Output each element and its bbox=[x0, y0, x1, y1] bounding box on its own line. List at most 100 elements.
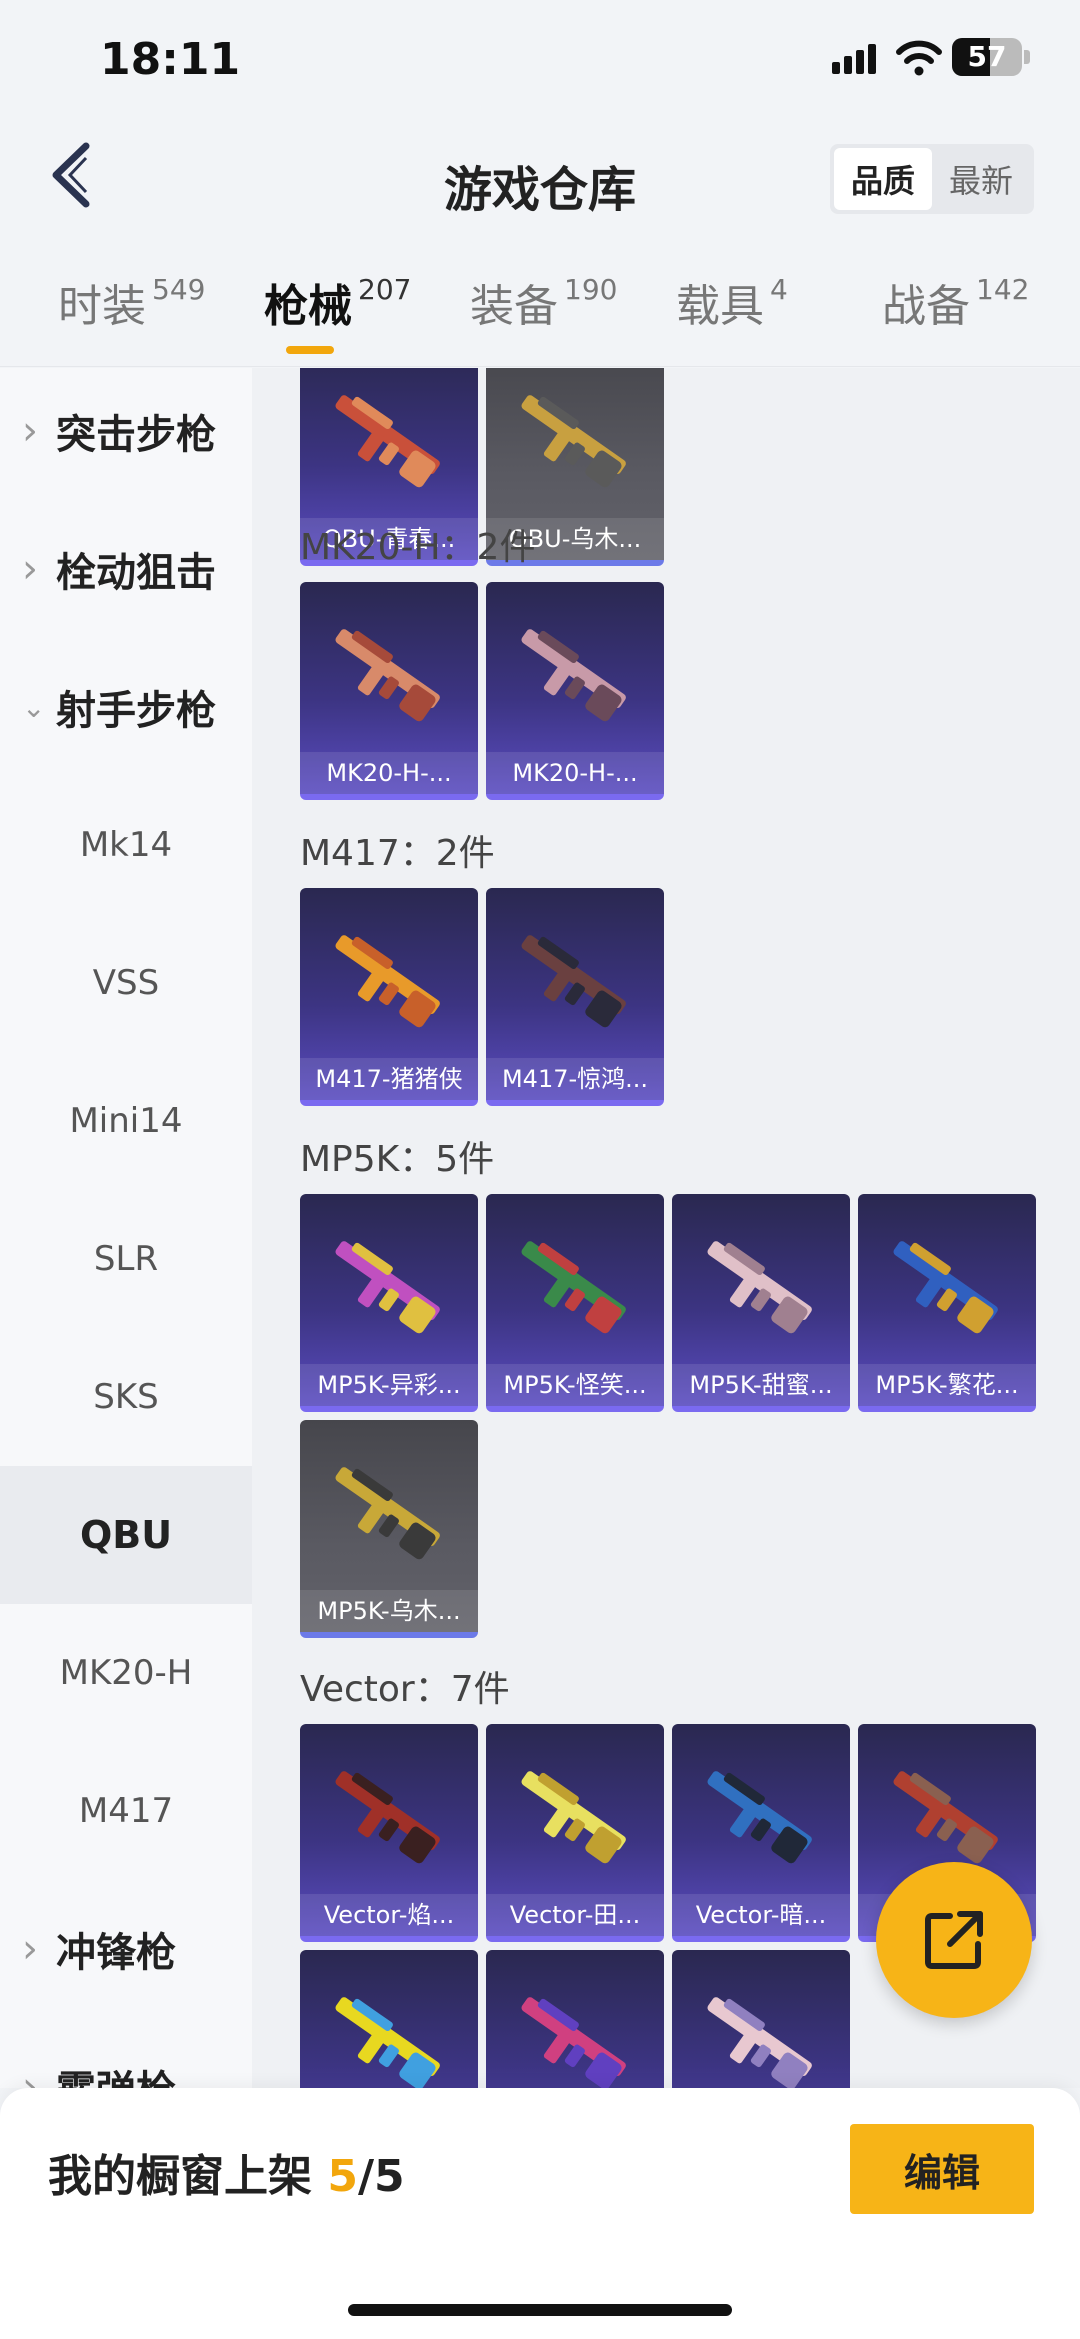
sidebar-item-label: SKS bbox=[93, 1377, 159, 1417]
weapon-icon bbox=[335, 1241, 440, 1334]
chevron-down-icon: ⌄ bbox=[22, 690, 46, 724]
weapon-icon bbox=[707, 1241, 812, 1334]
chevron-right-icon: › bbox=[22, 546, 38, 592]
weapon-skin-card[interactable]: Vector-焰... bbox=[300, 1724, 478, 1942]
home-indicator bbox=[348, 2304, 732, 2316]
sidebar-item-label: 突击步枪 bbox=[56, 412, 216, 458]
sidebar-item[interactable]: › 栓动狙击 bbox=[0, 500, 252, 638]
weapon-icon bbox=[893, 1771, 998, 1864]
weapon-skin-card[interactable]: Vector-田... bbox=[486, 1724, 664, 1942]
group-title: MP5K：5件 bbox=[300, 1139, 495, 1180]
weapon-skin-card[interactable] bbox=[300, 1950, 478, 2088]
sidebar-item-label: M417 bbox=[78, 1791, 174, 1831]
weapon-icon bbox=[893, 1241, 998, 1334]
weapon-icon bbox=[707, 1997, 812, 2088]
weapon-icon bbox=[335, 629, 440, 722]
sidebar-item-label: VSS bbox=[92, 963, 160, 1003]
battery-nub bbox=[1024, 50, 1030, 64]
sidebar-item[interactable]: Mk14 bbox=[0, 776, 252, 914]
tab-firearms[interactable]: 枪械 207 bbox=[264, 270, 411, 334]
weapon-skin-name: MP5K-异彩... bbox=[300, 1364, 478, 1406]
weapon-skin-card[interactable] bbox=[672, 1950, 850, 2088]
weapon-icon bbox=[521, 935, 626, 1028]
weapon-skin-card[interactable]: M417-惊鸿... bbox=[486, 888, 664, 1106]
weapon-skin-card[interactable]: MP5K-乌木... bbox=[300, 1420, 478, 1638]
sidebar-item[interactable]: SLR bbox=[0, 1190, 252, 1328]
share-button[interactable] bbox=[876, 1862, 1032, 2018]
sidebar-item-label: 冲锋枪 bbox=[56, 1930, 176, 1976]
sidebar-item-label: QBU bbox=[79, 1513, 173, 1557]
sidebar-item[interactable]: › 冲锋枪 bbox=[0, 1880, 252, 2018]
chevron-right-icon: › bbox=[22, 1926, 38, 1972]
weapon-skin-name: MK20-H-... bbox=[486, 752, 664, 794]
sidebar-item-label: Mini14 bbox=[69, 1101, 183, 1141]
group-title: Vector：7件 bbox=[300, 1669, 510, 1710]
sidebar-item[interactable]: QBU bbox=[0, 1466, 252, 1604]
group-title: M417：2件 bbox=[300, 833, 495, 874]
showcase-count: 5 bbox=[327, 2151, 358, 2202]
tab-equipment[interactable]: 装备 190 bbox=[470, 270, 617, 334]
weapon-icon bbox=[521, 1997, 626, 2088]
sort-newest-option[interactable]: 最新 bbox=[932, 148, 1030, 210]
weapon-skin-name: Vector-焰... bbox=[300, 1894, 478, 1936]
weapon-skin-name: Vector-暗... bbox=[672, 1894, 850, 1936]
wifi-icon bbox=[896, 40, 942, 76]
weapon-skin-card[interactable] bbox=[486, 1950, 664, 2088]
weapon-icon bbox=[521, 629, 626, 722]
tab-supplies[interactable]: 战备 142 bbox=[882, 270, 1029, 334]
weapon-skin-name: Vector-田... bbox=[486, 1894, 664, 1936]
showcase-status: 我的橱窗上架 5/5 bbox=[48, 2151, 405, 2202]
share-external-icon bbox=[925, 1911, 983, 1969]
weapon-icon bbox=[335, 1997, 440, 2088]
group-title: MK20-H：2件 bbox=[300, 527, 536, 568]
weapon-skin-card[interactable]: MP5K-繁花... bbox=[858, 1194, 1036, 1412]
sidebar-item[interactable]: ⌄ 射手步枪 bbox=[0, 638, 252, 776]
sort-toggle[interactable]: 品质 最新 bbox=[830, 144, 1034, 214]
showcase-total: /5 bbox=[357, 2151, 405, 2202]
weapon-icon bbox=[521, 395, 626, 488]
weapon-skin-card[interactable]: MP5K-异彩... bbox=[300, 1194, 478, 1412]
sidebar-item[interactable]: › 突击步枪 bbox=[0, 362, 252, 500]
weapon-skin-card[interactable]: MK20-H-... bbox=[300, 582, 478, 800]
sort-quality-option[interactable]: 品质 bbox=[834, 148, 932, 210]
item-grid[interactable]: QBU-青春... QBU-乌木... MK20-H：2件 MK20-H-... MK2… bbox=[252, 368, 1080, 2088]
sidebar-item-label: Mk14 bbox=[79, 825, 173, 865]
sidebar-item-label: 栓动狙击 bbox=[56, 550, 216, 596]
active-tab-indicator bbox=[286, 346, 334, 354]
weapon-skin-name: MP5K-怪笑... bbox=[486, 1364, 664, 1406]
sidebar-item[interactable]: SKS bbox=[0, 1328, 252, 1466]
weapon-skin-name: MP5K-乌木... bbox=[300, 1590, 478, 1632]
weapon-icon bbox=[521, 1241, 626, 1334]
tab-fashion[interactable]: 时装 549 bbox=[58, 270, 205, 334]
battery-icon: 57 bbox=[952, 38, 1022, 76]
sidebar-item[interactable]: VSS bbox=[0, 914, 252, 1052]
weapon-skin-name: MK20-H-... bbox=[300, 752, 478, 794]
weapon-skin-card[interactable]: MP5K-甜蜜... bbox=[672, 1194, 850, 1412]
tab-vehicles[interactable]: 载具 4 bbox=[676, 270, 788, 334]
sidebar-item[interactable]: Mini14 bbox=[0, 1052, 252, 1190]
weapon-skin-name: MP5K-繁花... bbox=[858, 1364, 1036, 1406]
edit-button[interactable]: 编辑 bbox=[850, 2124, 1034, 2214]
weapon-skin-name: MP5K-甜蜜... bbox=[672, 1364, 850, 1406]
category-sidebar[interactable]: › 突击步枪 › 栓动狙击 ⌄ 射手步枪 Mk14 VSS Mini14 SLR SKS QBU MK2… bbox=[0, 368, 252, 2114]
weapon-icon bbox=[707, 1771, 812, 1864]
weapon-icon bbox=[335, 1467, 440, 1560]
chevron-right-icon: › bbox=[22, 408, 38, 454]
sidebar-item[interactable]: MK20-H bbox=[0, 1604, 252, 1742]
weapon-skin-name: M417-猪猪侠 bbox=[300, 1058, 478, 1100]
weapon-icon bbox=[335, 395, 440, 488]
sidebar-item-label: MK20-H bbox=[59, 1653, 193, 1693]
weapon-skin-card[interactable]: MK20-H-... bbox=[486, 582, 664, 800]
weapon-icon bbox=[335, 935, 440, 1028]
weapon-skin-card[interactable]: M417-猪猪侠 bbox=[300, 888, 478, 1106]
weapon-skin-card[interactable]: Vector-暗... bbox=[672, 1724, 850, 1942]
sidebar-item-label: 射手步枪 bbox=[56, 688, 216, 734]
battery-level: 57 bbox=[967, 40, 1007, 73]
weapon-skin-card[interactable]: MP5K-怪笑... bbox=[486, 1194, 664, 1412]
sidebar-item[interactable]: M417 bbox=[0, 1742, 252, 1880]
cellular-signal-icon bbox=[832, 44, 876, 74]
weapon-icon bbox=[335, 1771, 440, 1864]
sidebar-item-label: SLR bbox=[93, 1239, 159, 1279]
weapon-icon bbox=[521, 1771, 626, 1864]
weapon-skin-name: M417-惊鸿... bbox=[486, 1058, 664, 1100]
